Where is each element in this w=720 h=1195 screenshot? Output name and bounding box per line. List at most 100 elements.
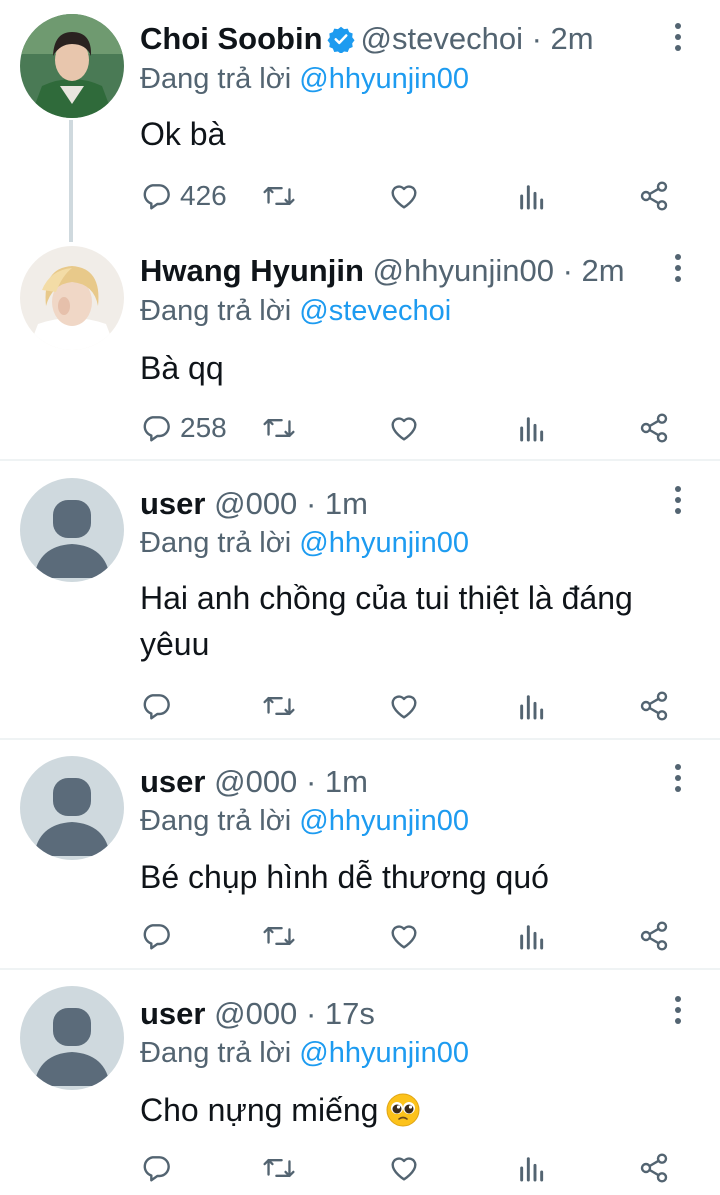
default-avatar-icon [20, 756, 124, 860]
share-icon [640, 691, 668, 721]
replying-to: Đang trả lời @stevechoi [140, 291, 451, 331]
reply-button[interactable]: 258 [140, 408, 227, 448]
more-vertical-icon[interactable] [666, 248, 690, 288]
reply-icon [143, 1156, 170, 1182]
share-button[interactable] [638, 1148, 670, 1188]
reply-button[interactable] [140, 916, 172, 956]
tweet-actions [140, 686, 680, 726]
like-button[interactable] [388, 1148, 420, 1188]
like-button[interactable] [388, 686, 420, 726]
timestamp[interactable]: 1m [325, 486, 368, 521]
tweet-header: user @000 · 17s [140, 992, 660, 1036]
more-vertical-icon[interactable] [666, 758, 690, 798]
user-handle[interactable]: @000 [214, 996, 297, 1031]
retweet-button[interactable] [262, 1148, 296, 1188]
share-button[interactable] [638, 686, 670, 726]
replying-to-label: Đang trả lời [140, 295, 292, 327]
reply-mention-link[interactable]: @hhyunjin00 [299, 527, 469, 559]
heart-icon [391, 417, 417, 441]
user-handle[interactable]: @000 [214, 764, 297, 799]
tweet-item[interactable]: user @000 · 1m Đang trả lời @hhyunjin00 … [0, 462, 720, 738]
views-button[interactable] [516, 686, 546, 726]
tweet-text: Bé chụp hình dễ thương quó [140, 859, 549, 895]
reply-icon [143, 416, 170, 442]
avatar-photo [20, 246, 124, 350]
avatar[interactable] [20, 986, 124, 1090]
display-name[interactable]: user [140, 486, 205, 521]
views-button[interactable] [516, 916, 546, 956]
avatar[interactable] [20, 478, 124, 582]
tweet-actions: 258 [140, 408, 680, 448]
views-button[interactable] [516, 1148, 546, 1188]
views-button[interactable] [516, 408, 546, 448]
tweet-text-row: Cho nựng miếng [140, 1087, 680, 1139]
avatar[interactable] [20, 756, 124, 860]
reply-mention-link[interactable]: @hhyunjin00 [299, 805, 469, 837]
tweet-text: Hai anh chồng của tui thiệt là đáng yêuu [140, 580, 633, 662]
tweet-actions [140, 916, 680, 956]
replying-to-label: Đang trả lời [140, 1037, 292, 1069]
heart-icon [391, 1157, 417, 1181]
reply-button[interactable] [140, 1148, 172, 1188]
reply-count: 258 [180, 412, 227, 443]
share-icon [640, 1153, 668, 1183]
avatar[interactable] [20, 246, 124, 350]
tweet-text: Cho nựng miếng [140, 1092, 379, 1128]
default-avatar-icon [20, 478, 124, 582]
analytics-icon [520, 925, 544, 950]
display-name[interactable]: user [140, 996, 205, 1031]
reply-mention-link[interactable]: @stevechoi [299, 295, 451, 327]
timestamp[interactable]: 1m [325, 764, 368, 799]
tweet-item[interactable]: user @000 · 17s Đang trả lời @hhyunjin00… [0, 970, 720, 1195]
default-avatar-icon [20, 986, 124, 1090]
separator-dot: · [305, 764, 317, 799]
share-button[interactable] [638, 408, 670, 448]
tweet-header: user @000 · 1m [140, 760, 660, 804]
reply-mention-link[interactable]: @hhyunjin00 [299, 1037, 469, 1069]
display-name[interactable]: Hwang Hyunjin [140, 253, 364, 288]
analytics-icon [520, 1157, 544, 1182]
timestamp[interactable]: 17s [325, 996, 375, 1031]
retweet-icon [263, 926, 295, 946]
pleading-face-emoji [386, 1093, 420, 1139]
tweet-header: user @000 · 1m [140, 482, 660, 526]
share-button[interactable] [638, 916, 670, 956]
display-name[interactable]: user [140, 764, 205, 799]
retweet-button[interactable] [262, 916, 296, 956]
like-button[interactable] [388, 408, 420, 448]
tweet-item[interactable]: user @000 · 1m Đang trả lời @hhyunjin00 … [0, 740, 720, 968]
reply-button[interactable] [140, 686, 172, 726]
separator-dot: · [305, 486, 317, 521]
separator-dot: · [305, 996, 317, 1031]
tweet-actions [140, 1148, 680, 1188]
reply-icon [143, 924, 170, 950]
replying-to: Đang trả lời @hhyunjin00 [140, 801, 469, 841]
analytics-icon [520, 417, 544, 442]
tweet-text: Bà qq [140, 350, 224, 386]
share-icon [640, 413, 668, 443]
user-handle[interactable]: @hhyunjin00 [373, 253, 554, 288]
retweet-icon [263, 696, 295, 716]
heart-icon [391, 925, 417, 949]
more-vertical-icon[interactable] [666, 990, 690, 1030]
like-button[interactable] [388, 916, 420, 956]
reply-icon [143, 694, 170, 720]
heart-icon [391, 695, 417, 719]
timestamp[interactable]: 2m [582, 253, 625, 288]
more-vertical-icon[interactable] [666, 480, 690, 520]
share-icon [640, 921, 668, 951]
replying-to-label: Đang trả lời [140, 527, 292, 559]
tweet-divider [0, 459, 720, 461]
separator-dot: · [562, 253, 573, 288]
replying-to: Đang trả lời @hhyunjin00 [140, 1033, 469, 1073]
replying-to: Đang trả lời @hhyunjin00 [140, 523, 469, 563]
retweet-icon [263, 418, 295, 438]
retweet-button[interactable] [262, 686, 296, 726]
tweet-header: Hwang Hyunjin @hhyunjin00 · 2m [140, 249, 660, 293]
tweet-item[interactable]: Hwang Hyunjin @hhyunjin00 · 2m Đang trả … [0, 0, 720, 460]
retweet-icon [263, 1158, 295, 1178]
retweet-button[interactable] [262, 408, 296, 448]
user-handle[interactable]: @000 [214, 486, 297, 521]
replying-to-label: Đang trả lời [140, 805, 292, 837]
analytics-icon [520, 695, 544, 720]
